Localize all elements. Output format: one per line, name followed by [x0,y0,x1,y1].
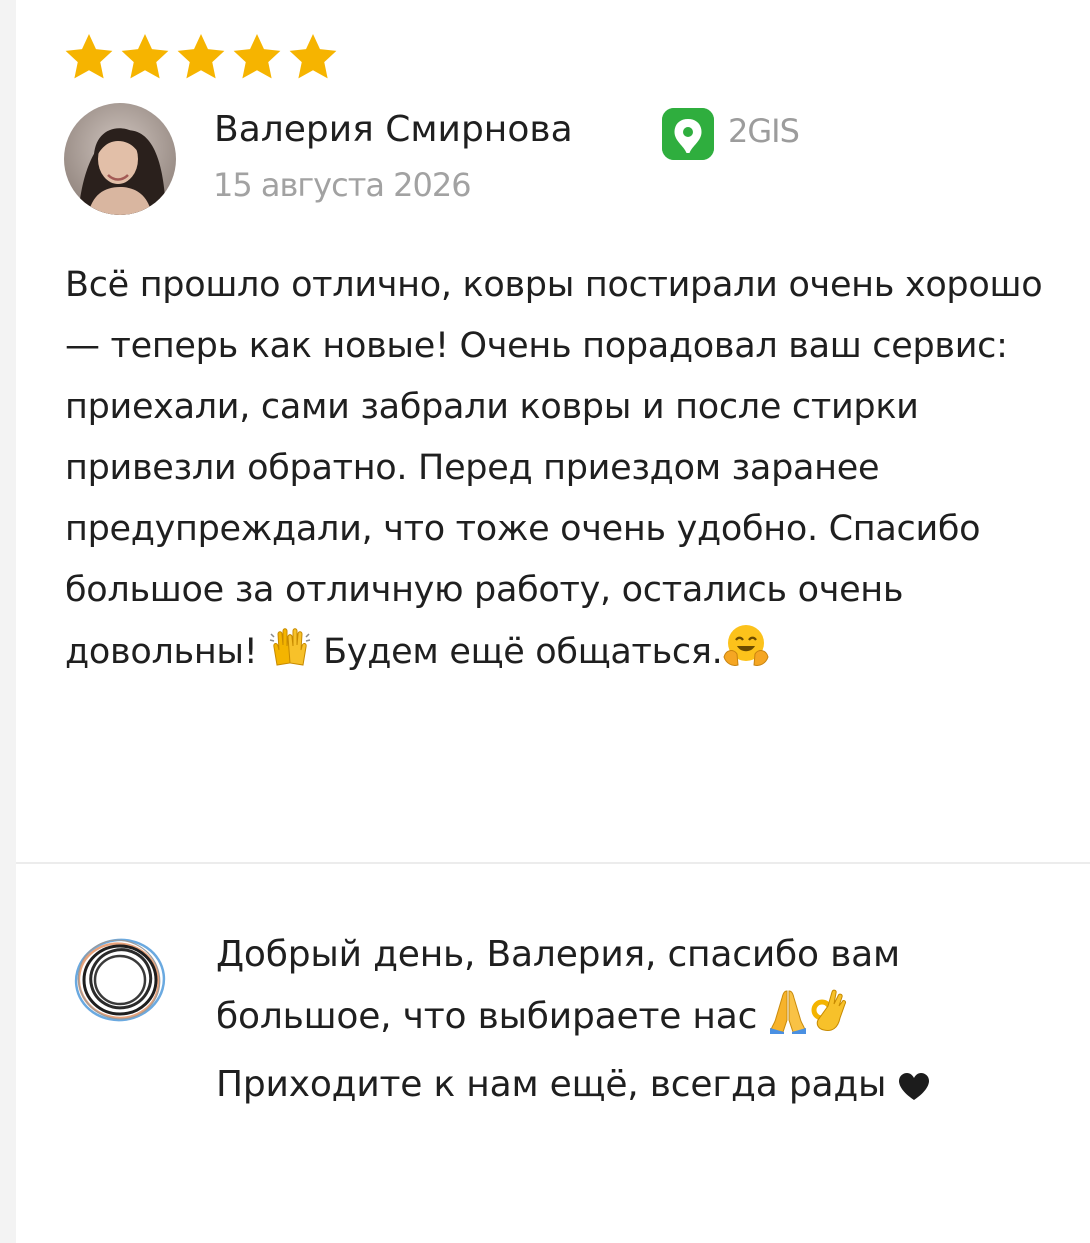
review-text: Всё прошло отлично, ковры постирали очен… [65,255,1065,689]
star-icon [233,34,281,79]
reply-text: Добрый день, Валерия, спасибо вам большо… [216,924,1016,1122]
raising-hands-icon [268,625,312,689]
author-name[interactable]: Валерия Смирнова [214,106,573,154]
reply-text-part: Приходите к нам ещё, всегда рады [216,1064,898,1105]
folded-hands-icon [768,988,808,1054]
star-icon [177,34,225,79]
2gis-logo-icon [662,108,714,160]
page-gutter [0,0,16,1243]
review-text-part: Всё прошло отлично, ковры постирали очен… [65,265,1043,672]
author-avatar[interactable] [64,103,176,215]
review-text-part: Будем ещё общаться. [312,632,723,672]
hugging-face-icon [722,621,770,689]
review-date: 15 августа 2026 [213,166,472,204]
star-icon [65,34,113,79]
company-logo-icon[interactable] [70,930,170,1030]
ok-hand-icon [808,988,848,1054]
rating-stars [62,30,340,84]
divider [16,862,1090,864]
source-name[interactable]: 2GIS [728,110,800,152]
star-icon [121,34,169,79]
star-icon [289,34,337,79]
heart-icon [898,1060,930,1122]
